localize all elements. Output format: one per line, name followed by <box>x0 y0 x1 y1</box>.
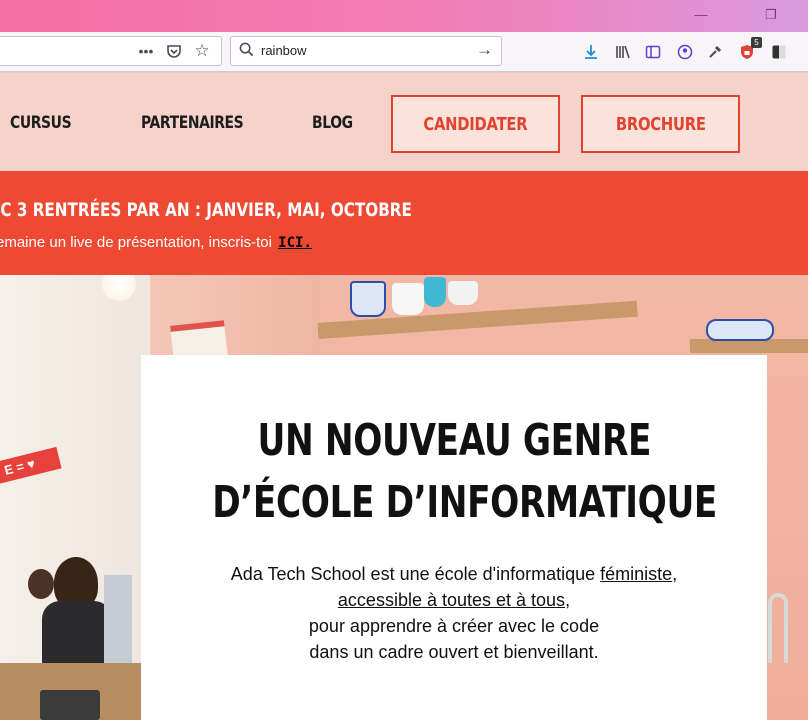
banner-subtitle-text: emaine un live de présentation, inscris-… <box>0 234 272 251</box>
search-bar[interactable]: rainbow → <box>230 36 502 66</box>
url-bar[interactable]: ••• ☆ <box>0 36 222 66</box>
eyedropper-icon[interactable] <box>704 41 726 63</box>
bookmark-star-icon[interactable]: ☆ <box>191 40 213 62</box>
banner-subtitle: emaine un live de présentation, inscris-… <box>0 234 312 251</box>
photo-bowl <box>706 319 774 341</box>
nav-link-cursus[interactable]: CURSUS <box>10 113 72 133</box>
brochure-label: BROCHURE <box>615 113 706 135</box>
banner-title: EC 3 RENTRÉES PAR AN : JANVIER, MAI, OCT… <box>0 199 412 221</box>
window-control-icon[interactable]: — <box>690 4 712 26</box>
photo-mug <box>350 281 386 317</box>
photo-tap <box>768 593 788 663</box>
search-go-arrow-icon[interactable]: → <box>476 40 493 60</box>
hero-description-line1: Ada Tech School est une école d'informat… <box>230 564 678 584</box>
hero-description-line2: accessible à toutes et à tous, <box>337 590 571 610</box>
downloads-icon[interactable] <box>580 41 602 63</box>
nav-link-partenaires[interactable]: PARTENAIRES <box>141 113 244 133</box>
hero-description-line3: pour apprendre à créer avec le code <box>308 616 600 636</box>
photo-shelf-right <box>690 339 808 353</box>
accessible-link[interactable]: accessible à toutes et à tous <box>338 590 565 610</box>
nav-link-blog[interactable]: BLOG <box>312 113 353 133</box>
library-icon[interactable] <box>612 41 634 63</box>
announcement-banner: EC 3 RENTRÉES PAR AN : JANVIER, MAI, OCT… <box>0 171 808 275</box>
photo-chair <box>40 690 100 720</box>
hero-description-line4: dans un cadre ouvert et bienveillant. <box>309 642 599 662</box>
photo-monitor <box>104 575 132 665</box>
extension-icon[interactable] <box>768 41 790 63</box>
search-input[interactable]: rainbow <box>261 43 307 58</box>
shield-extension-icon[interactable]: 5 <box>736 37 762 63</box>
account-icon[interactable] <box>674 41 696 63</box>
browser-toolbar: ••• ☆ rainbow → 5 <box>0 32 808 72</box>
photo-mug <box>448 281 478 305</box>
sidebar-icon[interactable] <box>642 41 664 63</box>
candidater-button[interactable]: CANDIDATER <box>391 95 560 153</box>
search-icon <box>239 42 254 62</box>
extension-badge: 5 <box>751 37 762 48</box>
page-actions-icon[interactable]: ••• <box>135 40 157 62</box>
browser-tab-strip: — ❐ <box>0 0 808 32</box>
brochure-button[interactable]: BROCHURE <box>581 95 740 153</box>
candidater-label: CANDIDATER <box>423 113 528 135</box>
photo-mug <box>424 277 446 307</box>
site-header: CURSUS PARTENAIRES BLOG CANDIDATER BROCH… <box>0 73 808 171</box>
photo-mug <box>392 283 424 315</box>
hero-heading-line1: UN NOUVEAU GENRE <box>257 415 651 466</box>
hero-card: UN NOUVEAU GENRE D’ÉCOLE D’INFORMATIQUE … <box>141 355 767 720</box>
hero-heading-line2: D’ÉCOLE D’INFORMATIQUE <box>212 477 717 528</box>
pocket-icon[interactable] <box>163 40 185 62</box>
banner-register-link[interactable]: ICI. <box>278 235 312 251</box>
feministe-link[interactable]: féministe <box>600 564 672 584</box>
window-restore-icon[interactable]: ❐ <box>760 4 782 26</box>
